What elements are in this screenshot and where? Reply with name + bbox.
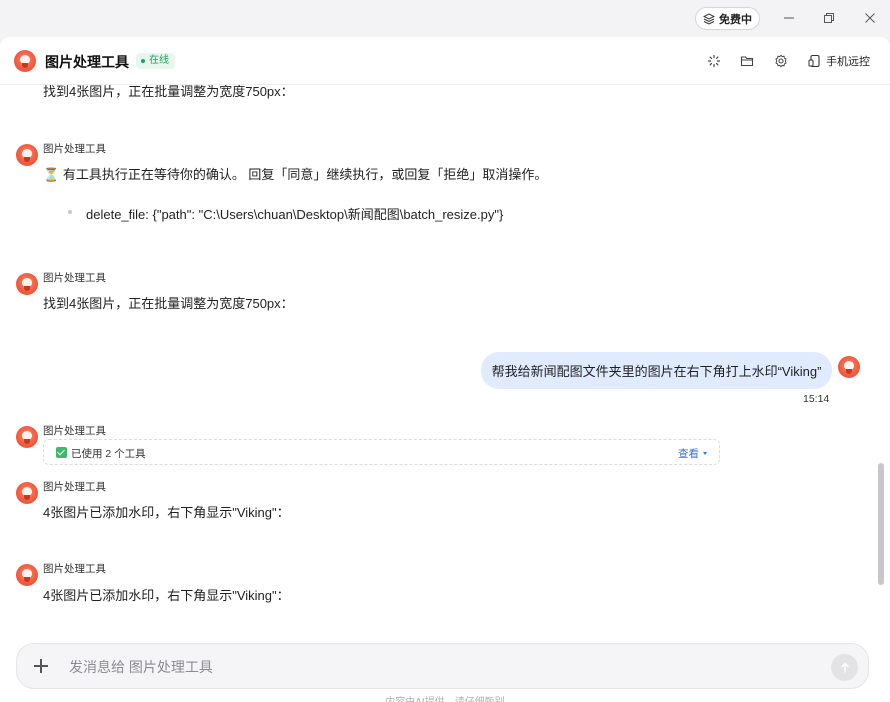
pending-tool-item: delete_file: {"path": "C:\Users\chuan\De… <box>86 207 504 222</box>
phone-remote-label: 手机远控 <box>826 56 870 68</box>
message-sender: 图片处理工具 <box>43 272 106 284</box>
view-tools-label: 查看 <box>678 448 699 460</box>
refresh-button[interactable] <box>705 52 723 70</box>
user-message-text: 帮我给新闻配图文件夹里的图片在右下角打上水印“Viking” <box>491 364 822 379</box>
tool-usage-card: 已使用 2 个工具 查看 <box>43 439 720 465</box>
send-button[interactable] <box>831 654 858 681</box>
phone-remote-button[interactable]: 手机远控 <box>808 52 870 70</box>
user-message-bubble: 帮我给新闻配图文件夹里的图片在右下角打上水印“Viking” <box>481 352 832 389</box>
page-title: 图片处理工具 <box>45 54 129 70</box>
ai-disclaimer: 内容由AI提供，请仔细甄别 <box>0 693 890 702</box>
folder-icon <box>740 56 754 67</box>
message-composer <box>16 643 869 689</box>
plan-badge-label: 免费中 <box>719 13 752 26</box>
bullet-dot <box>68 210 72 214</box>
plan-badge-button[interactable]: 免费中 <box>695 7 760 30</box>
layers-icon <box>703 12 715 25</box>
arrow-up-icon <box>840 662 849 672</box>
scrollbar-thumb[interactable] <box>878 463 884 585</box>
restore-icon <box>824 13 834 23</box>
message-list[interactable]: 找到4张图片，正在批量调整为宽度750px： 图片处理工具 ⏳ 有工具执行正在等… <box>0 85 876 640</box>
user-avatar <box>838 356 860 378</box>
message-text: 找到4张图片，正在批量调整为宽度750px： <box>43 296 294 311</box>
agent-avatar <box>16 426 38 448</box>
view-tools-button[interactable]: 查看 <box>678 446 707 461</box>
loading-spinner-icon <box>707 54 721 68</box>
message-text: 4张图片已添加水印，右下角显示"Viking"： <box>43 588 290 603</box>
add-attachment-button[interactable] <box>33 658 49 674</box>
message-sender: 图片处理工具 <box>43 143 106 155</box>
message-timestamp: 15:14 <box>803 393 830 405</box>
message-body: 有工具执行正在等待你的确认。 回复「同意」继续执行，或回复「拒绝」取消操作。 <box>62 167 548 182</box>
minimize-button[interactable] <box>780 9 798 27</box>
message-sender: 图片处理工具 <box>43 425 106 437</box>
close-button[interactable] <box>861 9 879 27</box>
tool-usage-summary: 已使用 2 个工具 <box>71 448 146 460</box>
chat-header: 图片处理工具 在线 手机远控 <box>0 37 890 85</box>
restore-button[interactable] <box>820 9 838 27</box>
agent-avatar <box>16 482 38 504</box>
caret-down-icon <box>703 452 707 455</box>
hourglass-icon: ⏳ <box>43 167 60 182</box>
agent-avatar[interactable] <box>14 50 36 72</box>
message-text: 找到4张图片，正在批量调整为宽度750px： <box>43 85 294 99</box>
message-sender: 图片处理工具 <box>43 481 106 493</box>
message-text: ⏳ 有工具执行正在等待你的确认。 回复「同意」继续执行，或回复「拒绝」取消操作。 <box>43 164 547 183</box>
close-icon <box>865 13 875 23</box>
phone-remote-icon <box>808 54 820 68</box>
minimize-icon <box>784 17 794 19</box>
agent-avatar <box>16 273 38 295</box>
agent-avatar <box>16 144 38 166</box>
message-text: 4张图片已添加水印，右下角显示"Viking"： <box>43 505 290 520</box>
agent-avatar <box>16 564 38 586</box>
title-bar: 免费中 <box>0 0 890 37</box>
settings-button[interactable] <box>772 52 790 70</box>
message-input[interactable] <box>69 656 769 678</box>
chat-panel: 图片处理工具 在线 手机远控 找到4张图片，正在批量调整为宽度750px： 图片… <box>0 37 890 702</box>
message-sender: 图片处理工具 <box>43 563 106 575</box>
check-icon <box>56 447 67 458</box>
gear-icon <box>775 54 787 68</box>
status-badge: 在线 <box>136 53 175 69</box>
folder-button[interactable] <box>738 52 756 70</box>
